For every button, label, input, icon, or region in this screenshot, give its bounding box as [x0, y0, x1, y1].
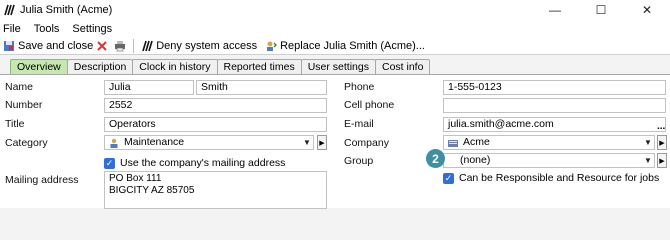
- company-value: Acme: [463, 136, 490, 148]
- use-company-address-label: Use the company's mailing address: [120, 157, 286, 169]
- tab-strip: Overview Description Clock in history Re…: [0, 58, 670, 74]
- cell-phone-label: Cell phone: [344, 99, 395, 111]
- menu-file[interactable]: File: [3, 23, 21, 35]
- email-label: E-mail: [344, 118, 374, 130]
- deny-system-access-label: Deny system access: [156, 39, 258, 52]
- mailing-address-field[interactable]: PO Box 111 BIGCITY AZ 85705: [104, 171, 327, 209]
- menu-bar: File Tools Settings: [0, 20, 670, 37]
- email-field[interactable]: julia.smith@acme.com: [443, 117, 666, 132]
- last-name-field[interactable]: Smith: [196, 80, 327, 95]
- toolbar-separator: [133, 38, 135, 53]
- app-icon: [3, 4, 15, 16]
- category-value: Maintenance: [124, 136, 185, 148]
- cell-phone-field[interactable]: [443, 98, 666, 113]
- group-select[interactable]: (none) ▼: [443, 153, 655, 168]
- company-icon: [448, 138, 458, 148]
- company-select[interactable]: Acme ▼: [443, 135, 655, 150]
- save-close-icon: [3, 40, 15, 52]
- toolbar: Save and close Deny system access Replac…: [0, 37, 670, 55]
- save-and-close-button[interactable]: Save and close: [3, 40, 93, 52]
- mailing-line: PO Box 111: [109, 173, 162, 184]
- group-open-button[interactable]: ▶: [657, 153, 667, 168]
- replace-user-button[interactable]: Replace Julia Smith (Acme)...: [265, 40, 425, 52]
- first-name-field[interactable]: Julia: [104, 80, 194, 95]
- delete-icon: [96, 40, 108, 52]
- chevron-down-icon: ▼: [644, 138, 652, 147]
- callout-badge: 2: [426, 149, 445, 168]
- checkmark-icon: ✓: [104, 157, 115, 169]
- close-window-button[interactable]: ✕: [624, 0, 670, 20]
- title-field[interactable]: Operators: [104, 117, 327, 132]
- print-button[interactable]: [114, 40, 129, 52]
- overview-panel: Name Julia Smith Number 2552 Title Opera…: [0, 74, 670, 209]
- company-label: Company: [344, 137, 389, 149]
- tab-user-settings[interactable]: User settings: [300, 59, 376, 74]
- mailing-address-label: Mailing address: [5, 174, 79, 186]
- use-company-address-checkbox[interactable]: ✓ Use the company's mailing address: [104, 157, 285, 169]
- deny-access-icon: [141, 40, 153, 52]
- number-field[interactable]: 2552: [104, 98, 327, 113]
- group-value: (none): [460, 154, 491, 166]
- company-open-button[interactable]: ▶: [657, 135, 667, 150]
- tab-cost-info[interactable]: Cost info: [374, 59, 431, 74]
- delete-button[interactable]: [96, 40, 111, 52]
- chevron-down-icon: ▼: [303, 138, 311, 147]
- replace-user-icon: [265, 40, 278, 52]
- responsible-resource-label: Can be Responsible and Resource for jobs: [459, 172, 660, 184]
- menu-tools[interactable]: Tools: [34, 23, 60, 35]
- tab-overview[interactable]: Overview: [10, 59, 68, 74]
- title-label: Title: [5, 118, 25, 130]
- phone-label: Phone: [344, 81, 375, 93]
- minimize-button[interactable]: —: [532, 0, 578, 20]
- responsible-resource-checkbox[interactable]: ✓ Can be Responsible and Resource for jo…: [443, 172, 659, 184]
- window-title: Julia Smith (Acme): [20, 4, 113, 16]
- person-icon: [109, 138, 119, 148]
- title-bar: Julia Smith (Acme) — ☐ ✕: [0, 0, 670, 20]
- checkmark-icon: ✓: [443, 172, 454, 184]
- email-more-button[interactable]: ...: [657, 121, 665, 132]
- chevron-down-icon: ▼: [644, 156, 652, 165]
- replace-user-label: Replace Julia Smith (Acme)...: [280, 39, 425, 52]
- name-label: Name: [5, 81, 34, 93]
- category-open-button[interactable]: ▶: [317, 135, 327, 150]
- tab-reported-times[interactable]: Reported times: [216, 59, 302, 74]
- group-label: Group: [344, 155, 374, 167]
- category-label: Category: [5, 137, 48, 149]
- mailing-line: BIGCITY AZ 85705: [109, 185, 195, 196]
- save-and-close-label: Save and close: [18, 39, 94, 52]
- number-label: Number: [5, 99, 43, 111]
- tab-clock-in-history[interactable]: Clock in history: [132, 59, 218, 74]
- deny-system-access-button[interactable]: Deny system access: [141, 40, 257, 52]
- maximize-button[interactable]: ☐: [578, 0, 624, 20]
- category-select[interactable]: Maintenance ▼: [104, 135, 314, 150]
- printer-icon: [114, 40, 126, 52]
- menu-settings[interactable]: Settings: [72, 23, 112, 35]
- tab-description[interactable]: Description: [66, 59, 134, 74]
- phone-field[interactable]: 1-555-0123: [443, 80, 666, 95]
